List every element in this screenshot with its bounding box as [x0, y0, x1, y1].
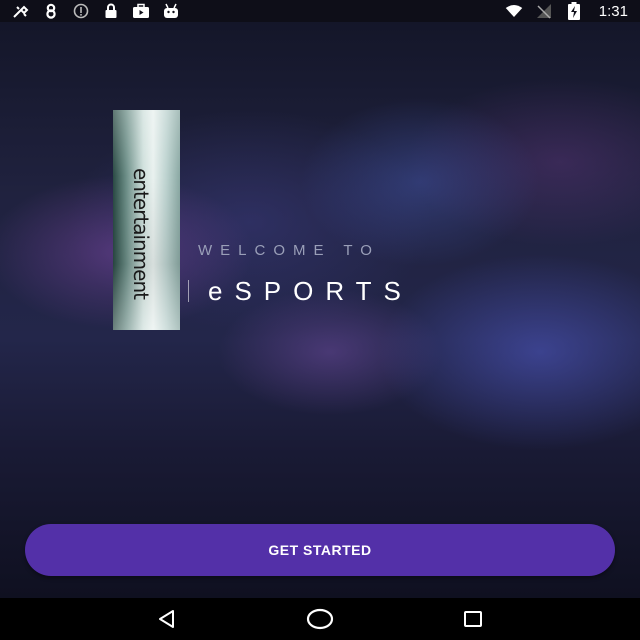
status-left-icons [12, 3, 180, 19]
app-screen: 1:31 entertainment X WELCOME TO eSPORTS … [0, 0, 640, 640]
back-icon[interactable] [147, 599, 187, 639]
number-8-icon [42, 3, 60, 19]
get-started-button[interactable]: GET STARTED [25, 524, 615, 576]
welcome-background [0, 22, 640, 598]
status-bar: 1:31 [0, 0, 640, 22]
lock-icon [102, 3, 120, 19]
brand-logo-image: entertainment X [113, 110, 180, 330]
android-icon [162, 3, 180, 19]
no-signal-icon [535, 3, 553, 19]
briefcase-icon [132, 3, 150, 19]
status-time: 1:31 [598, 2, 628, 20]
battery-charging-icon [565, 2, 583, 20]
welcome-heading: WELCOME TO [198, 242, 380, 259]
wifi-icon [505, 3, 523, 19]
brand-name: eSPORTS [208, 276, 413, 306]
info-circle-icon [72, 3, 90, 19]
status-right-icons: 1:31 [505, 2, 628, 20]
satellite-icon [12, 3, 30, 19]
home-icon[interactable] [300, 599, 340, 639]
recents-icon[interactable] [453, 599, 493, 639]
logo-divider [188, 280, 189, 302]
logo-vertical-text: entertainment [129, 168, 153, 299]
navigation-bar [0, 598, 640, 640]
